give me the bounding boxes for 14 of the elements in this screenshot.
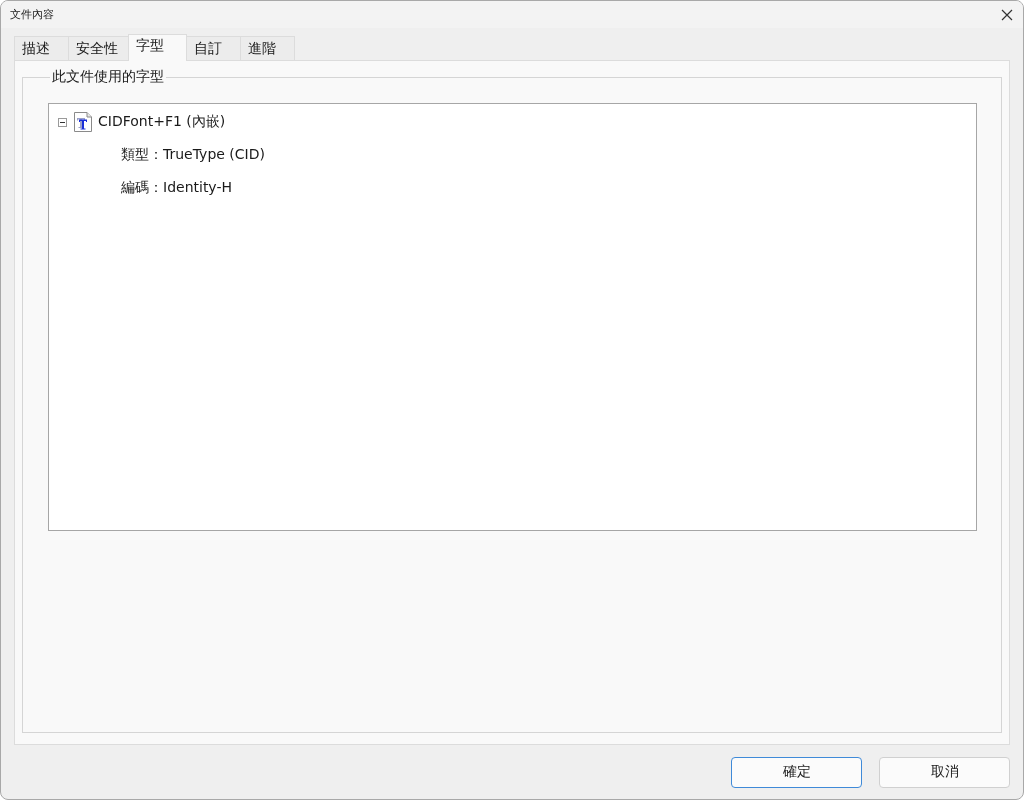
font-file-icon bbox=[74, 112, 92, 132]
tree-detail: 編碼：Identity-H bbox=[121, 179, 232, 197]
dialog-button[interactable]: 取消 bbox=[879, 756, 1010, 788]
dialog-button[interactable]: 確定 bbox=[731, 756, 862, 788]
group-title: 此文件使用的字型 bbox=[51, 68, 165, 86]
tab[interactable]: 進階 bbox=[240, 36, 295, 60]
collapse-icon[interactable] bbox=[58, 117, 67, 127]
window-title: 文件內容 bbox=[10, 7, 54, 22]
tree-detail: 類型：TrueType (CID) bbox=[121, 146, 265, 164]
tree-item[interactable]: CIDFont+F1 (內嵌) bbox=[98, 113, 226, 131]
tab[interactable]: 字型 bbox=[128, 34, 187, 61]
close-icon bbox=[1001, 8, 1013, 21]
tab[interactable]: 描述 bbox=[14, 36, 69, 60]
close-button[interactable] bbox=[1000, 7, 1014, 22]
